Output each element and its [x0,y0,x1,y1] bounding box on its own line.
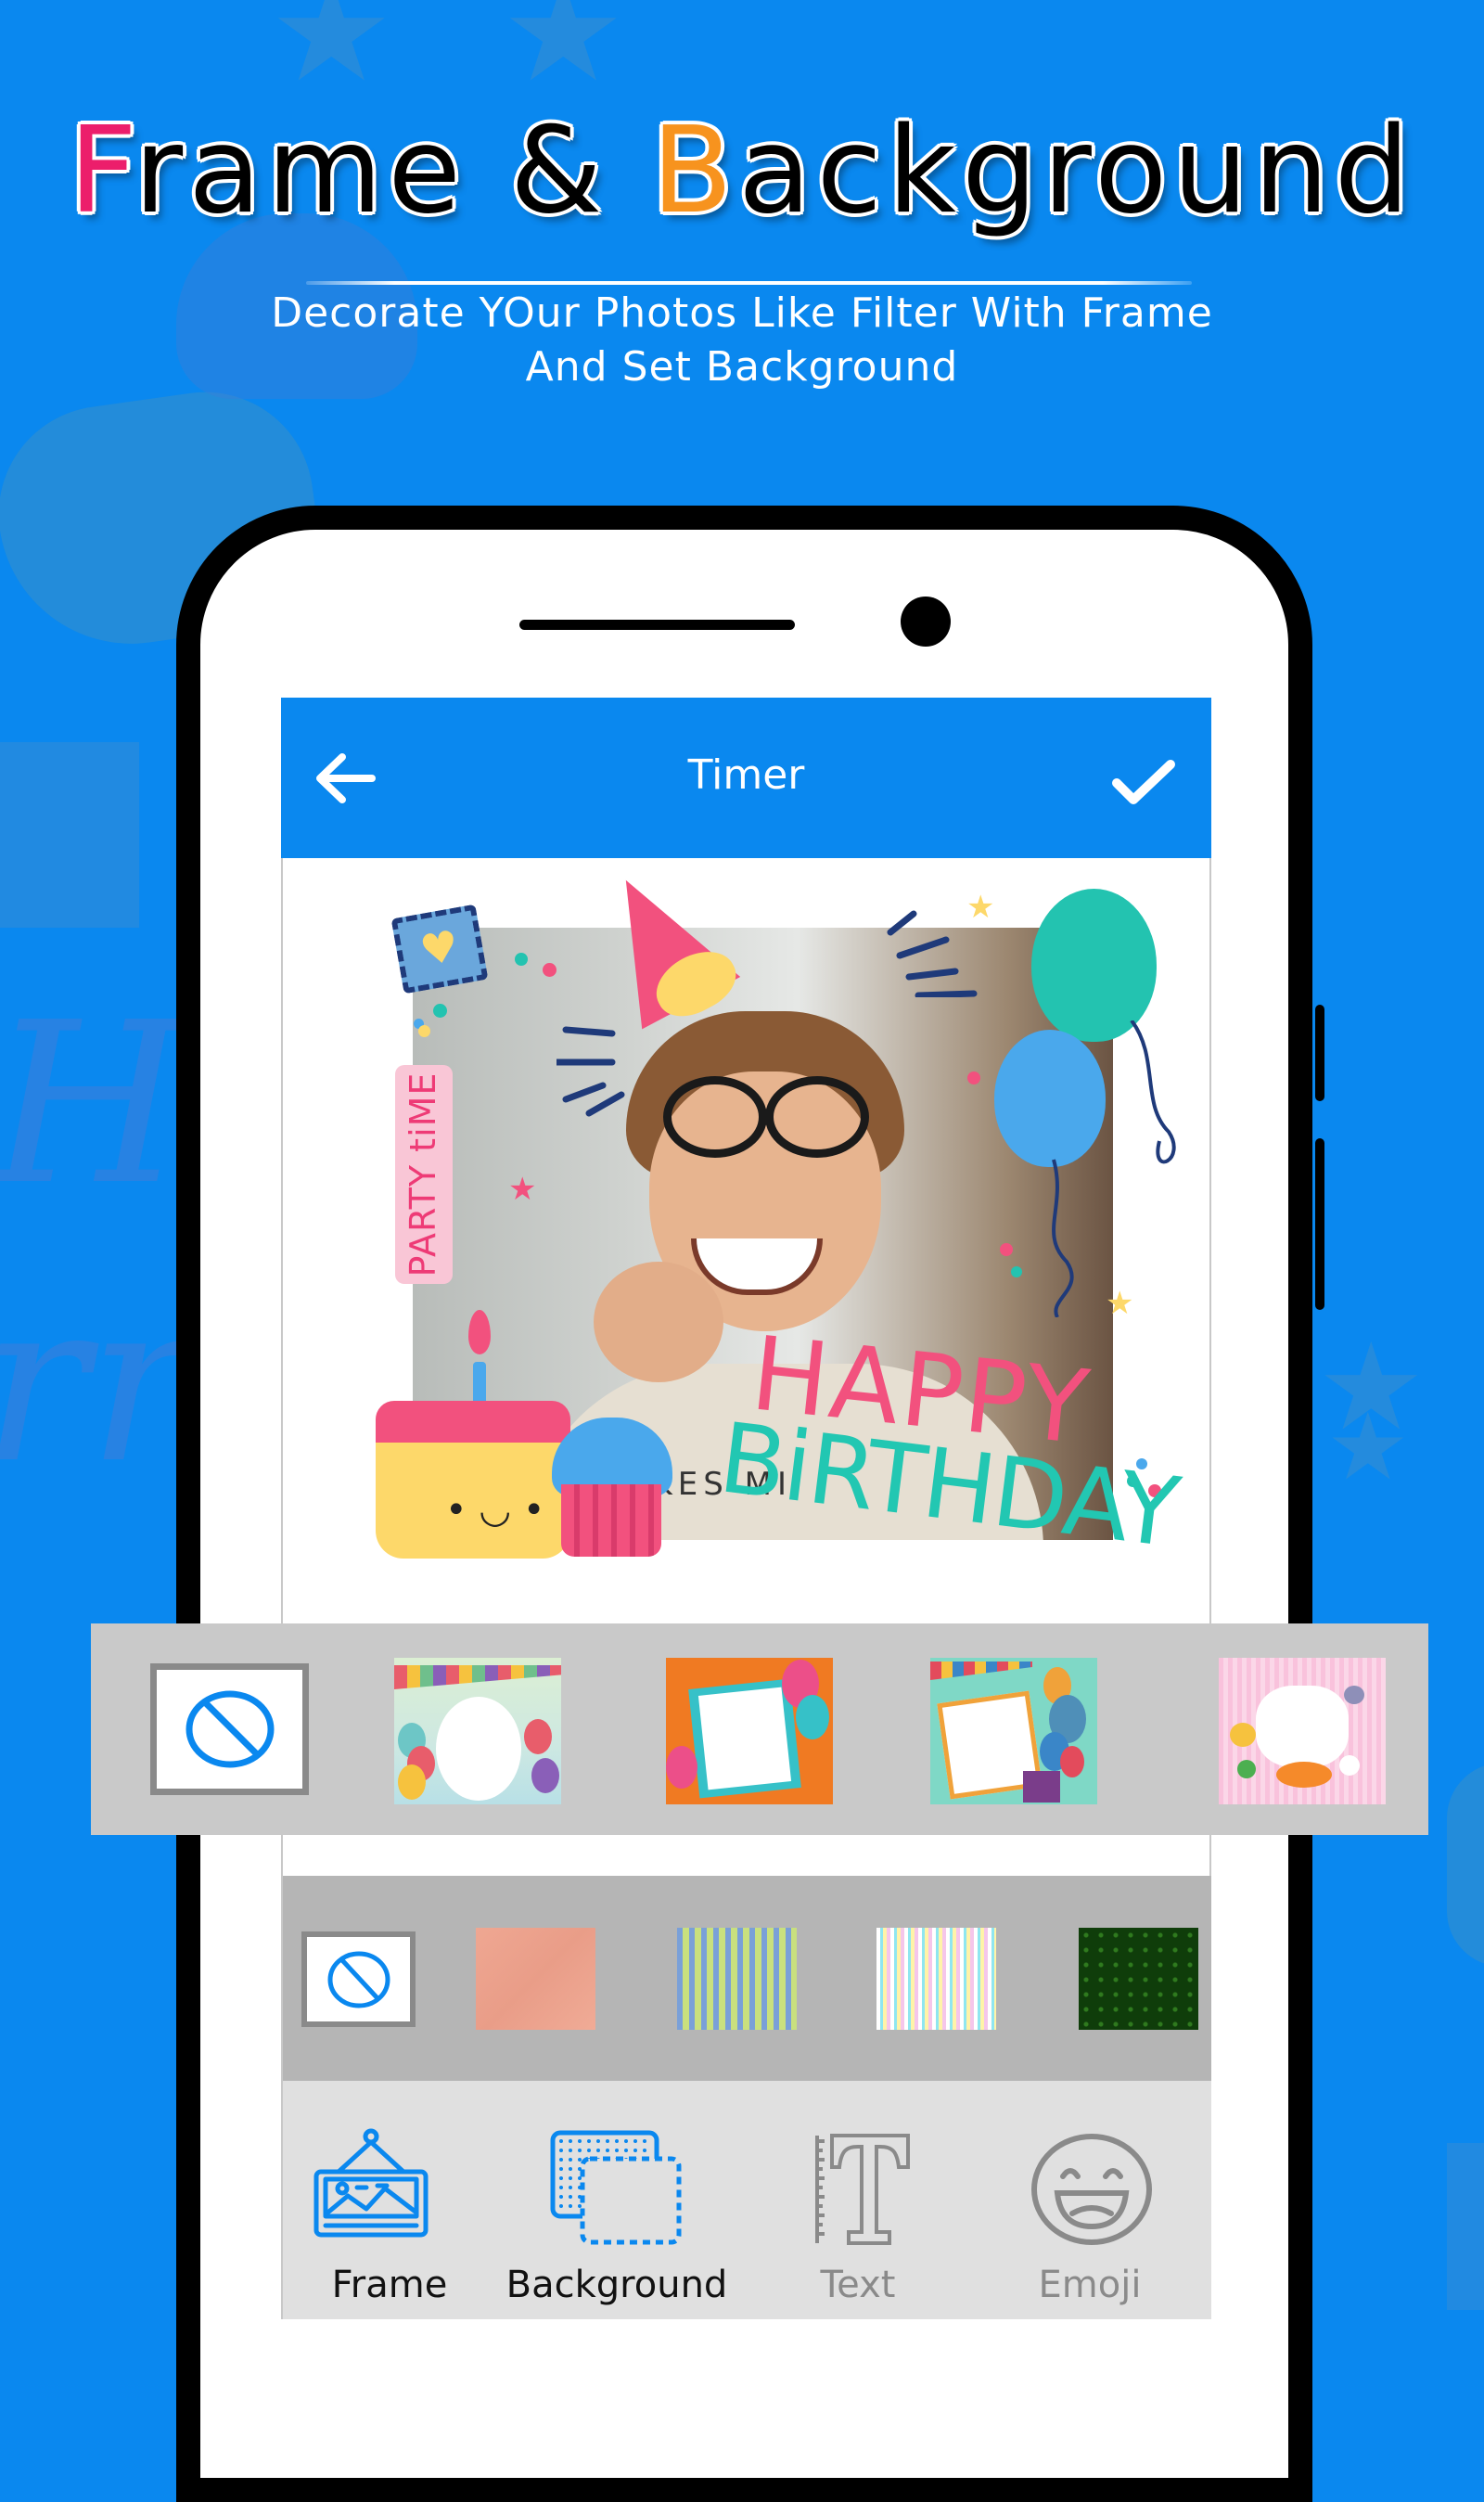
heart-stamp-sticker: ♥ [390,904,489,994]
frame-thumb-pink-animals[interactable] [1219,1658,1386,1804]
bottom-navigation: Frame Background Text Emoji [283,2081,1211,2319]
party-time-sticker: PARTY tiME [395,1065,453,1284]
background-swatch-blue-green-stripes[interactable] [677,1928,797,2030]
confetti-dot [418,1025,430,1037]
frame-thumb-orange-balloons[interactable] [666,1658,833,1804]
confetti-dot [543,963,556,977]
photo-glasses-right [765,1076,869,1158]
title-text-part2: ackground [738,102,1415,240]
frame-thumb-teal-balloons-gift[interactable] [930,1658,1097,1804]
nav-item-background[interactable]: Background [496,2081,737,2319]
party-time-text: PARTY tiME [403,1071,443,1277]
smiley-icon [1031,2134,1152,2245]
teal-balloon-sticker [1031,889,1157,1042]
app-bar: Timer [281,698,1211,858]
background-swatch-pastel-stripes[interactable] [876,1928,996,2030]
bg-gift-decoration [0,742,139,928]
frame-none-button[interactable] [150,1663,309,1795]
nav-item-text[interactable]: Text [765,2081,951,2319]
background-selector-strip[interactable] [283,1876,1211,2081]
title-accent-letter-f: F [69,102,134,240]
confetti-dot [1000,1243,1013,1256]
nav-item-emoji[interactable]: Emoji [988,2081,1192,2319]
cupcake-sticker [561,1484,661,1557]
confetti-dot [967,1071,980,1084]
background-swatch-peach[interactable] [476,1928,595,2030]
confetti-dot [515,953,528,966]
confetti-dot [1011,1266,1022,1277]
bg-star-decoration: ★ [501,0,626,113]
bg-gift-decoration [1447,2143,1484,2310]
burst-lines-decoration [556,1026,625,1117]
promo-title: Frame & Background [0,102,1484,240]
nav-label-text: Text [820,2264,896,2306]
star-confetti: ★ [966,889,995,926]
checkmark-icon [1112,760,1175,804]
bg-script-letters: rr [0,1252,195,1512]
no-symbol-icon [327,1951,390,2008]
cake-sticker [376,1401,570,1559]
phone-camera [901,597,951,647]
phone-speaker [519,620,795,630]
title-text-part1: rame & [134,102,652,240]
promo-subtitle-line1: Decorate YOur Photos Like Filter With Fr… [271,289,1213,337]
app-bar-title: Timer [687,751,805,799]
nav-item-frame[interactable]: Frame [283,2081,496,2319]
framed-picture-icon [313,2128,429,2238]
background-none-button[interactable] [301,1931,416,2027]
phone-volume-button [1315,1005,1324,1101]
title-divider [306,281,1192,285]
bg-heart-decoration [1447,1763,1484,1967]
title-accent-letter-b: B [651,102,738,240]
frame-thumb-balloons-bunting[interactable] [394,1658,561,1804]
phone-power-button [1315,1138,1324,1310]
photo-hand [594,1262,723,1382]
balloon-strings [1052,1020,1176,1317]
confetti-dot [433,1004,447,1018]
photo-glasses-left [663,1076,767,1158]
bg-star-decoration: ★ [1326,1392,1410,1501]
no-symbol-icon [186,1690,274,1768]
background-layers-icon [550,2130,682,2245]
background-swatch-dark-green[interactable] [1079,1928,1198,2030]
bg-star-decoration: ★ [269,0,394,113]
nav-label-frame: Frame [331,2264,448,2306]
text-t-icon [815,2134,910,2245]
star-confetti: ★ [508,1171,537,1208]
promo-subtitle-line2: And Set Background [525,343,959,391]
nav-label-emoji: Emoji [1038,2264,1142,2306]
frame-selector-strip[interactable] [91,1623,1428,1835]
cake-face: • ◡ • [445,1489,545,1532]
done-button[interactable] [1111,746,1176,811]
star-confetti: ★ [1106,1285,1134,1322]
nav-label-background: Background [505,2264,728,2306]
